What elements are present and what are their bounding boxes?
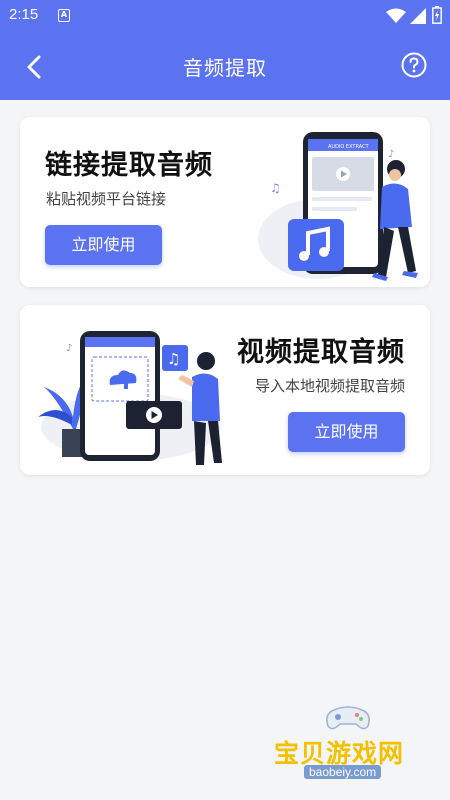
music-note-icon-small: ♪ xyxy=(66,343,72,354)
link-extract-illustration: AUDIO EXTRACT ♫ ♪ xyxy=(258,132,418,281)
wifi-icon xyxy=(386,8,406,23)
video-extract-title: 视频提取音频 xyxy=(237,337,405,368)
link-extract-use-button[interactable]: 立即使用 xyxy=(45,225,162,265)
link-extract-title: 链接提取音频 xyxy=(45,150,213,181)
notification-a-icon: A xyxy=(58,9,70,22)
video-extract-illustration: ♫ ♪ xyxy=(38,331,222,465)
app-bar: 音频提取 xyxy=(0,32,450,100)
gamepad-icon xyxy=(326,706,370,730)
video-extract-subtitle: 导入本地视频提取音频 xyxy=(254,377,405,395)
signal-icon xyxy=(410,8,426,24)
battery-icon xyxy=(432,6,442,24)
status-time: 2:15 xyxy=(9,6,39,23)
music-note-icon: ♫ xyxy=(167,350,180,368)
page-title: 音频提取 xyxy=(183,56,267,80)
watermark-logo: 宝贝游戏网 baobeiy.com xyxy=(268,706,428,796)
watermark-domain: baobeiy.com xyxy=(304,765,382,779)
music-note-icon-small: ♫ xyxy=(270,181,281,195)
video-extract-use-button[interactable]: 立即使用 xyxy=(288,412,405,452)
video-extract-card: ♫ ♪ 视频提取音频 导入本地视频提取音频 立即使用 xyxy=(20,305,430,475)
link-extract-subtitle: 粘贴视频平台链接 xyxy=(46,190,167,208)
status-bar: 2:15 A xyxy=(0,0,450,32)
music-note-icon-small-2: ♪ xyxy=(388,149,394,160)
phone-header-text: AUDIO EXTRACT xyxy=(328,144,370,150)
help-icon[interactable] xyxy=(400,51,428,79)
link-extract-card: 链接提取音频 粘贴视频平台链接 立即使用 AUDIO EXTRACT ♫ ♪ xyxy=(20,117,430,287)
